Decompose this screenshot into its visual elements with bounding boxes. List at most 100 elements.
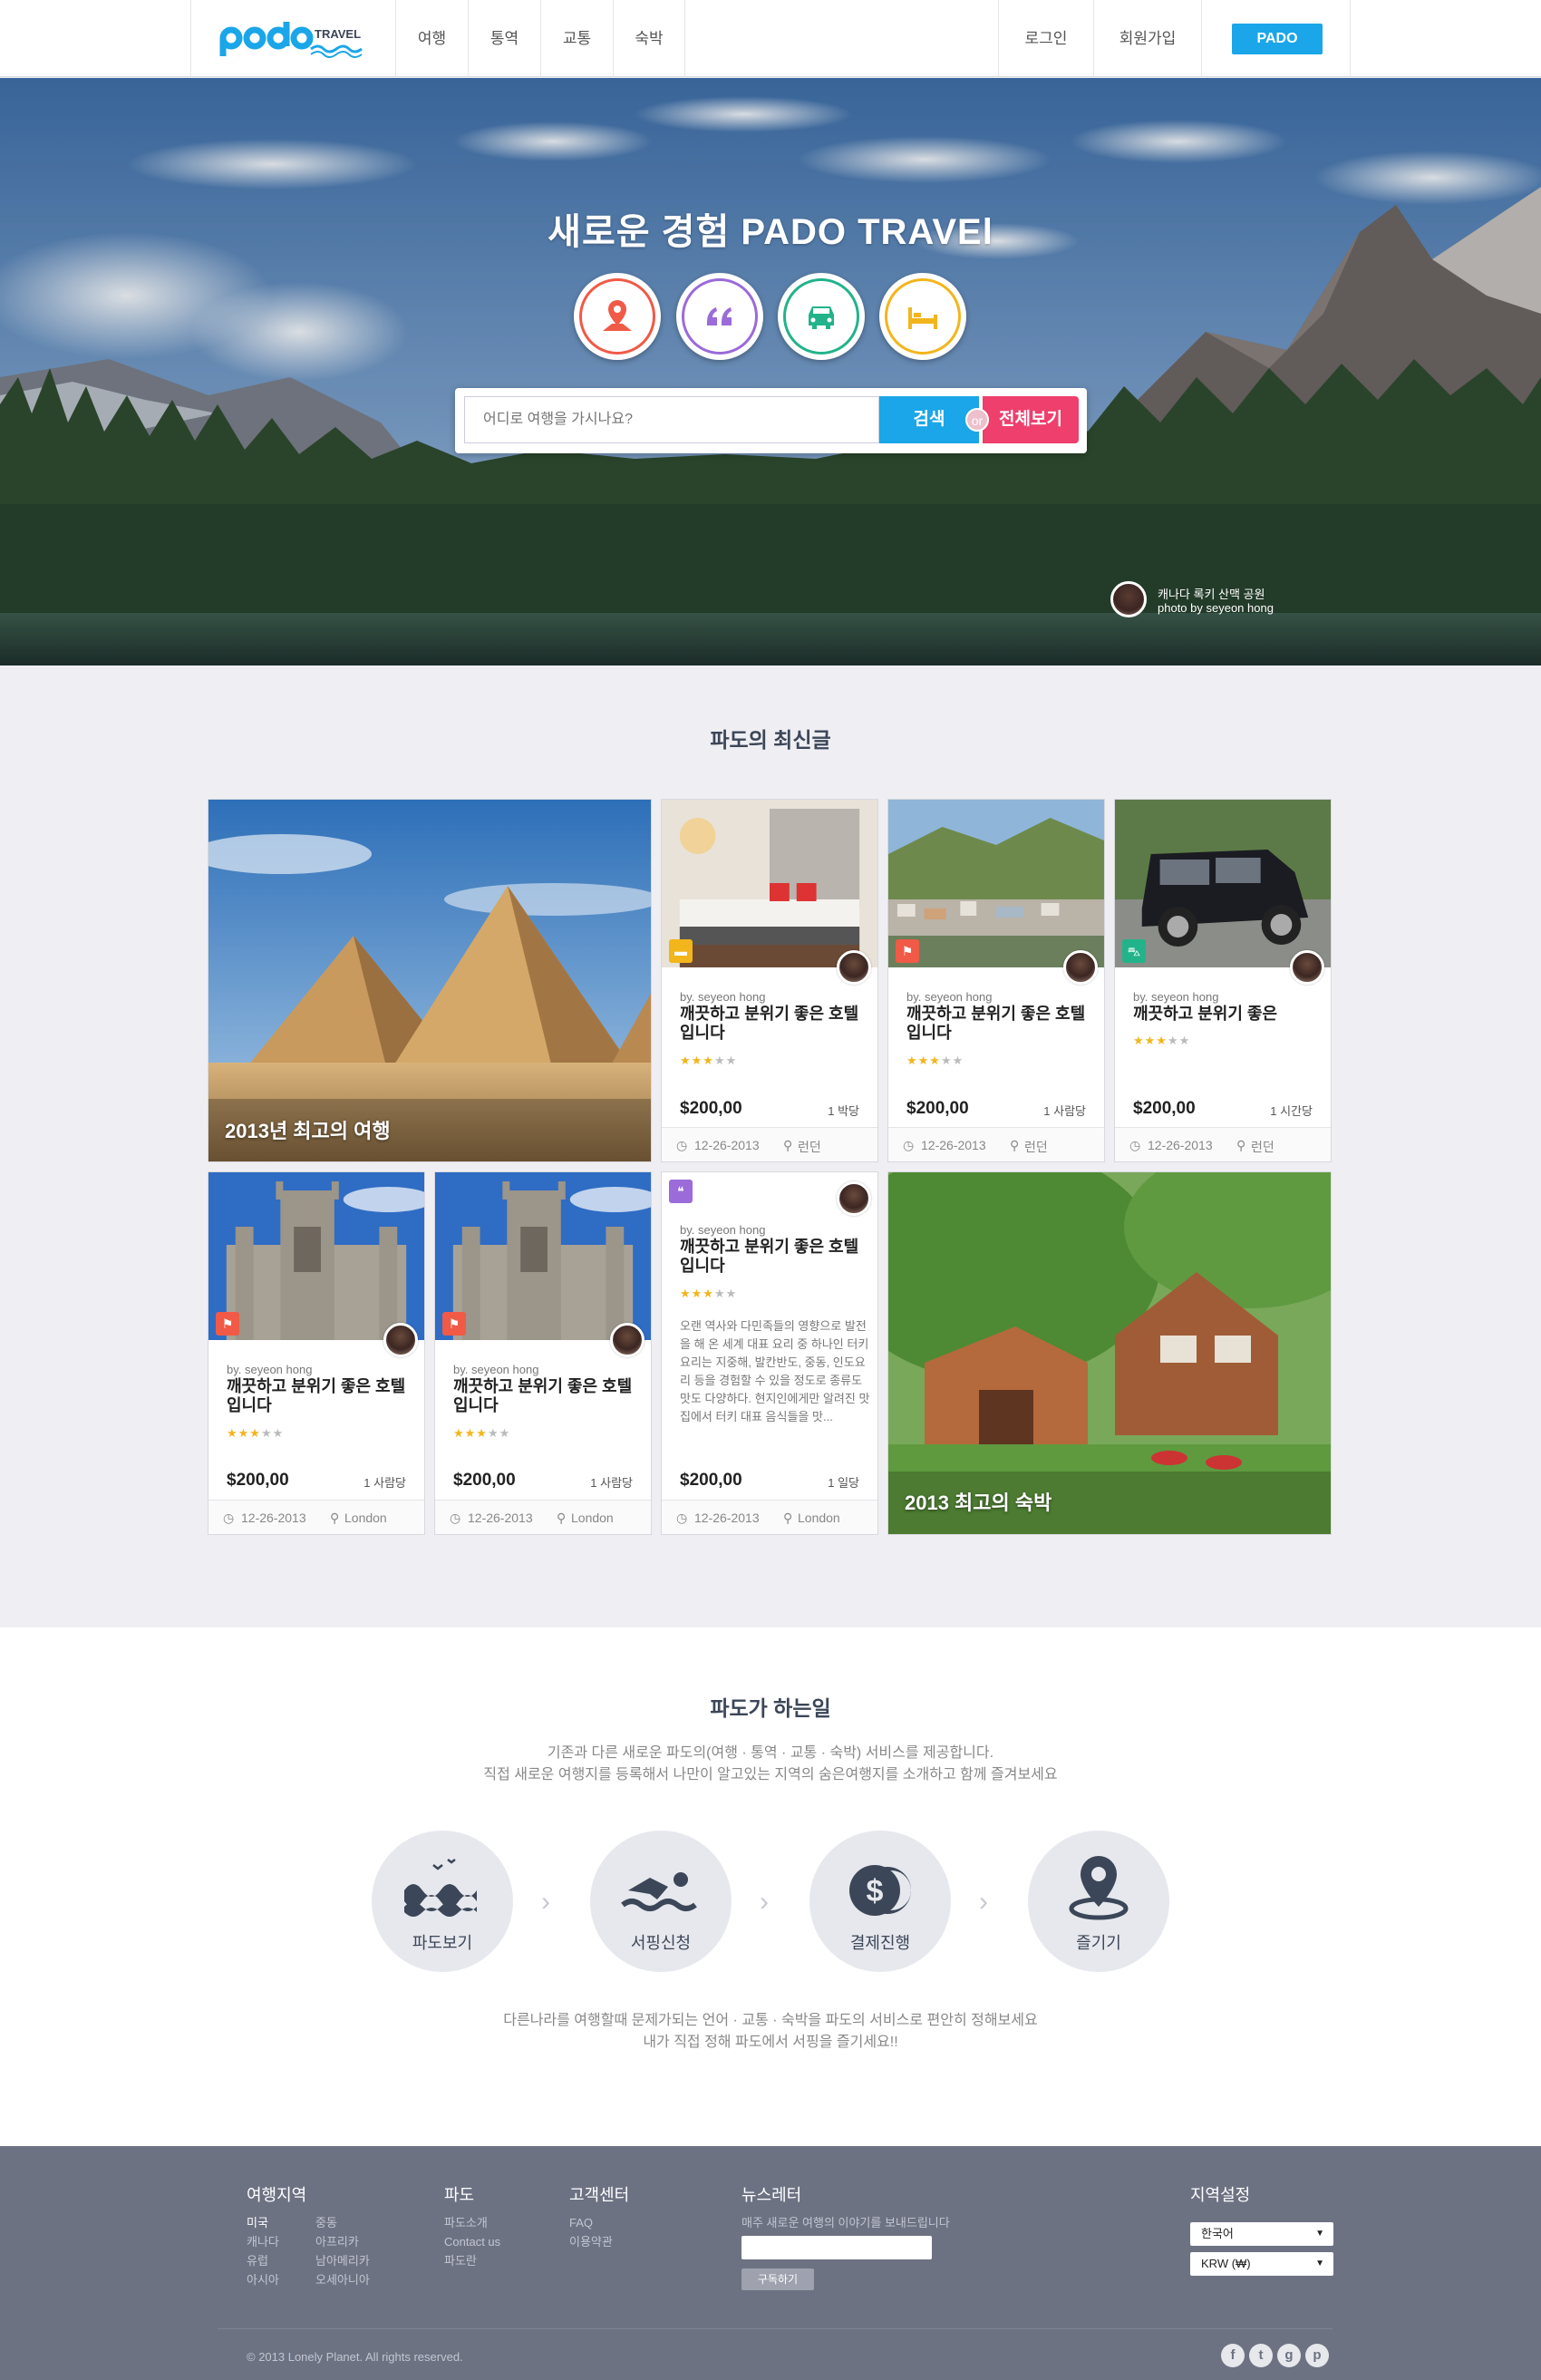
pado-link[interactable]: 파도소개 bbox=[444, 2213, 488, 2232]
post-location: 런던 bbox=[1251, 1140, 1274, 1154]
price-unit: 1 박당 bbox=[828, 1104, 859, 1118]
language-value: 한국어 bbox=[1201, 2227, 1234, 2240]
bed-icon bbox=[908, 307, 937, 329]
post-card[interactable]: ❝ by. seyeon hong 깨끗하고 분위기 좋은 호텔 입니다 ★★★… bbox=[661, 1171, 878, 1535]
credit-photographer: photo by seyeon hong bbox=[1158, 601, 1274, 615]
post-card[interactable]: ⛍ by. seyeon hong 깨끗하고 분위기 좋은 ★★★★★ $200… bbox=[1114, 799, 1332, 1162]
transport-badge-icon: ⛍ bbox=[1122, 939, 1146, 963]
nav-travel[interactable]: 여행 bbox=[395, 0, 468, 77]
post-date: 12-26-2013 bbox=[241, 1511, 306, 1525]
author-name: by. seyeon hong bbox=[680, 990, 766, 1004]
rating-stars: ★★★★★ bbox=[453, 1426, 511, 1440]
region-link[interactable]: 미국 bbox=[247, 2213, 268, 2232]
pado-link[interactable]: 파도란 bbox=[444, 2251, 477, 2270]
signup-link[interactable]: 회원가입 bbox=[1093, 0, 1202, 77]
login-link[interactable]: 로그인 bbox=[998, 0, 1093, 77]
post-title[interactable]: 깨끗하고 분위기 좋은 호텔 입니다 bbox=[680, 1005, 875, 1043]
car-icon bbox=[809, 306, 834, 329]
post-title[interactable]: 깨끗하고 분위기 좋은 호텔 입니다 bbox=[453, 1377, 648, 1415]
step-apply-surf[interactable]: 서핑신청 bbox=[590, 1831, 732, 1972]
subscribe-button[interactable]: 구독하기 bbox=[741, 2268, 814, 2290]
pado-travel-logo[interactable]: TRAVEL bbox=[218, 20, 363, 60]
author-avatar[interactable] bbox=[837, 950, 871, 985]
region-link[interactable]: 아시아 bbox=[247, 2270, 279, 2289]
region-link[interactable]: 오세아니아 bbox=[315, 2270, 370, 2289]
step-payment[interactable]: $ 결제진행 bbox=[809, 1831, 951, 1972]
what-we-do-section: 파도가 하는일 기존과 다른 새로운 파도의(여행 · 통역 · 교통 · 숙박… bbox=[0, 1627, 1541, 2146]
support-link[interactable]: 이용약관 bbox=[569, 2232, 613, 2251]
category-transport[interactable] bbox=[778, 273, 865, 360]
language-select[interactable]: 한국어 ▼ bbox=[1190, 2222, 1333, 2246]
chevron-right-icon: › bbox=[979, 1887, 988, 1917]
category-travel[interactable] bbox=[574, 273, 661, 360]
post-card[interactable]: ⚑ by. seyeon hong 깨끗하고 분위기 좋은 호텔 입니다 ★★★… bbox=[434, 1171, 652, 1535]
price-unit: 1 사람당 bbox=[1043, 1104, 1086, 1118]
clock-icon: ◷ bbox=[450, 1511, 461, 1525]
copyright: © 2013 Lonely Planet. All rights reserve… bbox=[247, 2350, 463, 2364]
region-link[interactable]: 캐나다 bbox=[247, 2232, 279, 2251]
post-title[interactable]: 깨끗하고 분위기 좋은 호텔 입니다 bbox=[906, 1005, 1101, 1043]
location-pin-icon: ⚲ bbox=[783, 1138, 793, 1152]
newsletter-email-input[interactable] bbox=[741, 2236, 932, 2259]
post-card[interactable]: ⚑ by. seyeon hong 깨끗하고 분위기 좋은 호텔 입니다 ★★★… bbox=[208, 1171, 425, 1535]
pado-link[interactable]: Contact us bbox=[444, 2232, 500, 2251]
rating-stars: ★★★★★ bbox=[680, 1287, 738, 1300]
category-interpretation[interactable] bbox=[676, 273, 763, 360]
twitter-icon[interactable]: t bbox=[1249, 2344, 1273, 2367]
currency-select[interactable]: KRW (₩) ▼ bbox=[1190, 2252, 1333, 2276]
step-label: 결제진행 bbox=[849, 1934, 911, 1952]
post-meta: ◷ 12-26-2013 ⚲ 런던 bbox=[888, 1127, 1104, 1161]
google-plus-icon[interactable]: g bbox=[1277, 2344, 1301, 2367]
region-link[interactable]: 유럽 bbox=[247, 2251, 268, 2270]
pado-button[interactable]: PADO bbox=[1232, 24, 1323, 54]
search-input[interactable] bbox=[464, 396, 879, 443]
feature-caption: 2013년 최고의 여행 bbox=[225, 1120, 391, 1142]
nav-lodging[interactable]: 숙박 bbox=[613, 0, 685, 77]
author-avatar[interactable] bbox=[1063, 950, 1098, 985]
search-bar: 검색 or 전체보기 bbox=[455, 388, 1087, 453]
travel-badge-icon: ⚑ bbox=[216, 1312, 239, 1336]
nav-interpretation[interactable]: 통역 bbox=[468, 0, 540, 77]
swimmer-icon bbox=[621, 1872, 697, 1911]
search-button[interactable]: 검색 bbox=[879, 396, 979, 443]
post-title[interactable]: 깨끗하고 분위기 좋은 bbox=[1133, 1005, 1328, 1024]
post-card[interactable]: ⚑ by. seyeon hong 깨끗하고 분위기 좋은 호텔 입니다 ★★★… bbox=[887, 799, 1105, 1162]
logo-text: TRAVEL bbox=[315, 27, 361, 41]
post-title[interactable]: 깨끗하고 분위기 좋은 호텔 입니다 bbox=[227, 1377, 422, 1415]
lodging-badge-icon: ▬ bbox=[669, 939, 693, 963]
author-name: by. seyeon hong bbox=[906, 990, 993, 1004]
outro-line-1: 다른나라를 여행할때 문제가되는 언어 · 교통 · 숙박을 파도의 서비스로 … bbox=[503, 2013, 1038, 2028]
feature-caption: 2013 최고의 숙박 bbox=[905, 1491, 1052, 1514]
rating-stars: ★★★★★ bbox=[680, 1054, 738, 1067]
category-lodging[interactable] bbox=[879, 273, 966, 360]
author-avatar[interactable] bbox=[837, 1181, 871, 1216]
post-location: London bbox=[798, 1511, 840, 1525]
post-card[interactable]: ▬ by. seyeon hong 깨끗하고 분위기 좋은 호텔 입니다 ★★★… bbox=[661, 799, 878, 1162]
author-name: by. seyeon hong bbox=[1133, 990, 1219, 1004]
post-date: 12-26-2013 bbox=[468, 1511, 533, 1525]
facebook-icon[interactable]: f bbox=[1221, 2344, 1245, 2367]
region-link[interactable]: 남아메리카 bbox=[315, 2251, 370, 2270]
footer-region-settings-title: 지역설정 bbox=[1190, 2186, 1251, 2204]
view-all-button[interactable]: 전체보기 bbox=[983, 396, 1079, 443]
feature-card-best-trip[interactable]: 2013년 최고의 여행 bbox=[208, 799, 652, 1162]
cabin-image bbox=[888, 1172, 1331, 1534]
travel-badge-icon: ⚑ bbox=[896, 939, 919, 963]
region-link[interactable]: 중동 bbox=[315, 2213, 337, 2232]
step-label: 서핑신청 bbox=[630, 1934, 692, 1952]
nav-transport[interactable]: 교통 bbox=[540, 0, 613, 77]
site-header: TRAVEL 여행 통역 교통 숙박 로그인 회원가입 PADO bbox=[0, 0, 1541, 77]
step-view-waves[interactable]: 파도보기 bbox=[372, 1831, 513, 1972]
post-meta: ◷ 12-26-2013 ⚲ London bbox=[662, 1500, 877, 1534]
footer-pado-title: 파도 bbox=[444, 2186, 475, 2204]
author-avatar[interactable] bbox=[383, 1323, 418, 1357]
region-link[interactable]: 아프리카 bbox=[315, 2232, 359, 2251]
feature-card-best-lodging[interactable]: 2013 최고의 숙박 bbox=[887, 1171, 1332, 1535]
author-avatar[interactable] bbox=[610, 1323, 645, 1357]
pinterest-icon[interactable]: p bbox=[1305, 2344, 1329, 2367]
step-enjoy[interactable]: 즐기기 bbox=[1028, 1831, 1169, 1972]
author-avatar[interactable] bbox=[1290, 950, 1324, 985]
support-link[interactable]: FAQ bbox=[569, 2213, 593, 2232]
post-location: 런던 bbox=[798, 1140, 821, 1154]
post-title[interactable]: 깨끗하고 분위기 좋은 호텔 입니다 bbox=[680, 1238, 875, 1276]
